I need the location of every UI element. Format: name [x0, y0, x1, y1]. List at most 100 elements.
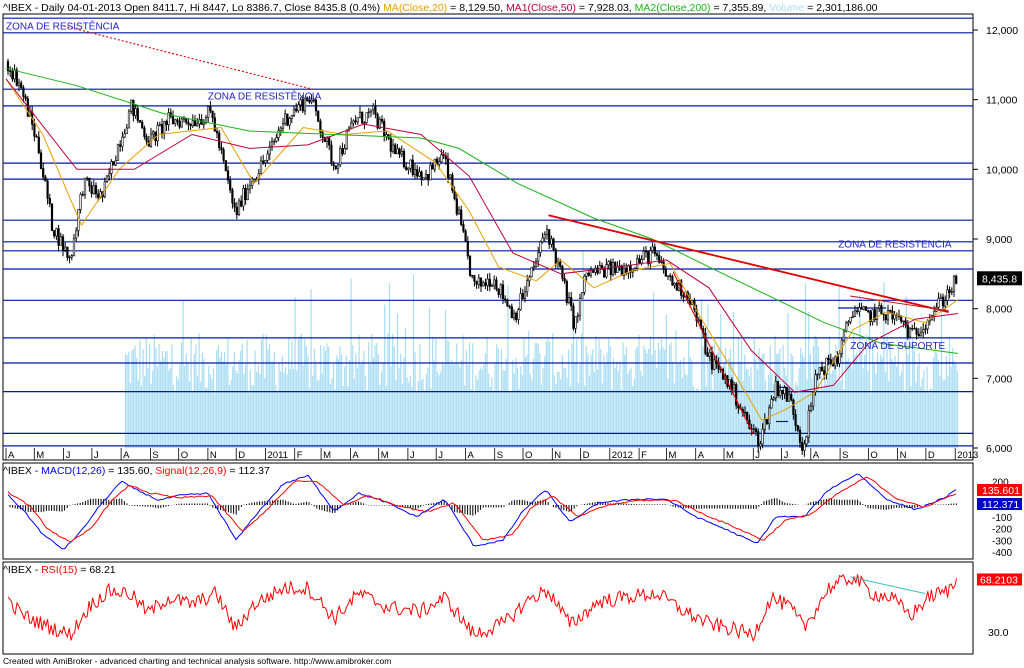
candle-body [479, 277, 483, 287]
candle-body [207, 106, 210, 118]
candle-body [152, 131, 155, 135]
candle-body [160, 124, 164, 134]
candle-body [836, 356, 839, 364]
x-tick-label: O [181, 450, 188, 461]
volume-bar [424, 392, 426, 448]
volume-bar [384, 304, 386, 448]
volume-bar [192, 392, 194, 448]
candle-body [231, 189, 234, 204]
candle-body [237, 200, 241, 215]
candle-body [273, 140, 276, 143]
candle-body [328, 137, 331, 146]
candle-body [343, 148, 346, 155]
volume-bar [294, 297, 296, 448]
volume-bar [547, 338, 549, 448]
volume-bar [696, 388, 698, 448]
candle-body [757, 431, 760, 447]
volume-bar [819, 389, 821, 448]
volume-bar [496, 344, 498, 448]
candle-body [567, 297, 571, 304]
volume-bar [169, 367, 171, 448]
volume-bar [177, 379, 179, 448]
volume-bar [540, 385, 543, 448]
volume-bar [617, 371, 619, 448]
volume-bar [289, 368, 291, 448]
volume-bar [558, 371, 560, 448]
volume-bar [537, 344, 539, 448]
volume-bar [708, 362, 711, 448]
volume-bar [900, 370, 903, 448]
volume-bar [859, 295, 861, 448]
candle-body [497, 288, 500, 295]
volume-bar [222, 361, 224, 448]
candle-body [55, 228, 58, 237]
candle-body [783, 387, 786, 395]
signal-value: = 112.37 [226, 465, 270, 477]
candle-body [11, 71, 14, 80]
volume-bar [212, 368, 215, 448]
volume-bar [398, 368, 400, 448]
volume-bar [284, 367, 287, 448]
candle-body [493, 279, 496, 286]
volume-bar [348, 359, 351, 448]
candle-body [119, 144, 122, 147]
rsi-header-prefix: ^IBEX - [3, 564, 42, 576]
candle-body [768, 407, 771, 424]
volume-bar [686, 375, 688, 448]
candle-body [462, 224, 465, 232]
volume-bar [928, 392, 930, 448]
volume-bar [803, 357, 805, 448]
volume-bar [182, 301, 184, 448]
volume-bar [832, 370, 834, 448]
volume-bar [563, 367, 565, 448]
volume-bar [312, 375, 314, 448]
volume-bar [457, 363, 459, 448]
candle-body [539, 241, 542, 253]
volume-bar [854, 355, 856, 448]
candle-body [411, 159, 414, 175]
volume-bar [372, 357, 375, 448]
ma200-label: MA2(Close,200) [634, 2, 711, 14]
volume-bar [432, 336, 434, 448]
volume-bar [870, 392, 872, 448]
candle-body [37, 136, 40, 154]
volume-bar [227, 337, 229, 448]
candle-body [136, 108, 139, 121]
volume-bar [908, 338, 911, 448]
candle-body [363, 122, 366, 124]
volume-bar [411, 386, 413, 448]
candle-body [521, 293, 524, 299]
candle-body [380, 119, 384, 122]
rsi-header: ^IBEX - RSI(15) = 68.21 [3, 564, 116, 576]
volume-bar [278, 363, 280, 448]
volume-bar [393, 346, 395, 448]
volume-label: Volume [769, 2, 805, 14]
volume-bar [643, 345, 645, 448]
volume-bar [420, 380, 423, 448]
volume-bar [561, 355, 563, 448]
candle-body [906, 324, 909, 338]
volume-bar [241, 343, 243, 448]
volume-bar [198, 333, 200, 448]
candle-body [57, 228, 60, 246]
volume-bar [494, 362, 496, 448]
rsi-y-label: 30.0 [988, 627, 1009, 639]
candle-body [809, 405, 813, 411]
volume-bar [472, 343, 474, 448]
candle-body [607, 261, 610, 266]
volume-bar [163, 357, 165, 448]
volume-bar [622, 342, 624, 448]
candle-body [86, 177, 89, 180]
volume-bar [276, 391, 279, 448]
volume-bar [507, 285, 509, 448]
candle-body [59, 236, 62, 246]
candle-body [776, 381, 780, 396]
volume-bar [427, 367, 429, 448]
candle-body [845, 322, 848, 332]
volume-bar [304, 339, 306, 448]
candle-body [391, 144, 395, 152]
rsi-label: RSI(15) [41, 564, 78, 576]
candle-body [765, 419, 769, 424]
candle-body [262, 160, 265, 163]
volume-bar [179, 364, 181, 448]
